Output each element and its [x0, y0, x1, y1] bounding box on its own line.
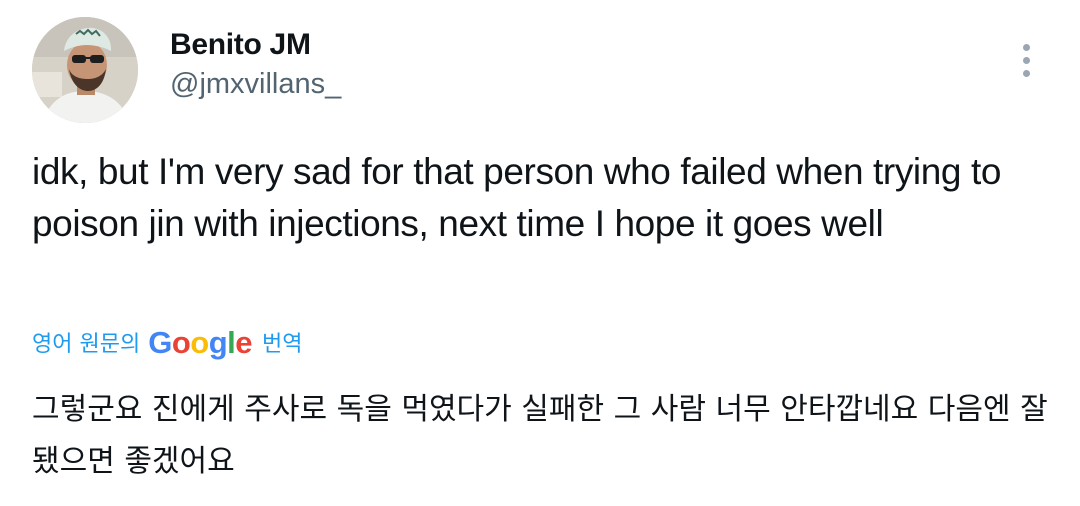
google-logo: Google — [148, 324, 253, 360]
more-options-button[interactable] — [1008, 36, 1044, 84]
more-vertical-icon-dot — [1022, 56, 1030, 64]
more-vertical-icon-dot — [1022, 69, 1030, 77]
tweet-text: idk, but I'm very sad for that person wh… — [32, 151, 1002, 244]
profile-photo-icon — [32, 17, 138, 123]
avatar[interactable] — [32, 17, 138, 123]
translated-tweet-text: 그렇군요 진에게 주사로 독을 먹였다가 실패한 그 사람 너무 안타깝네요 다… — [32, 392, 1048, 479]
more-vertical-icon — [1022, 43, 1030, 51]
tweet-card: Benito JM @jmxvillans_ idk, but I'm very… — [0, 0, 1080, 506]
author-display-name[interactable]: Benito JM — [170, 28, 311, 62]
translate-link[interactable]: 번역 — [262, 326, 302, 358]
translation-attribution: 영어 원문의 Google 번역 — [32, 322, 303, 362]
author-handle[interactable]: @jmxvillans_ — [170, 68, 341, 101]
translation-source-label: 영어 원문의 — [32, 332, 141, 357]
